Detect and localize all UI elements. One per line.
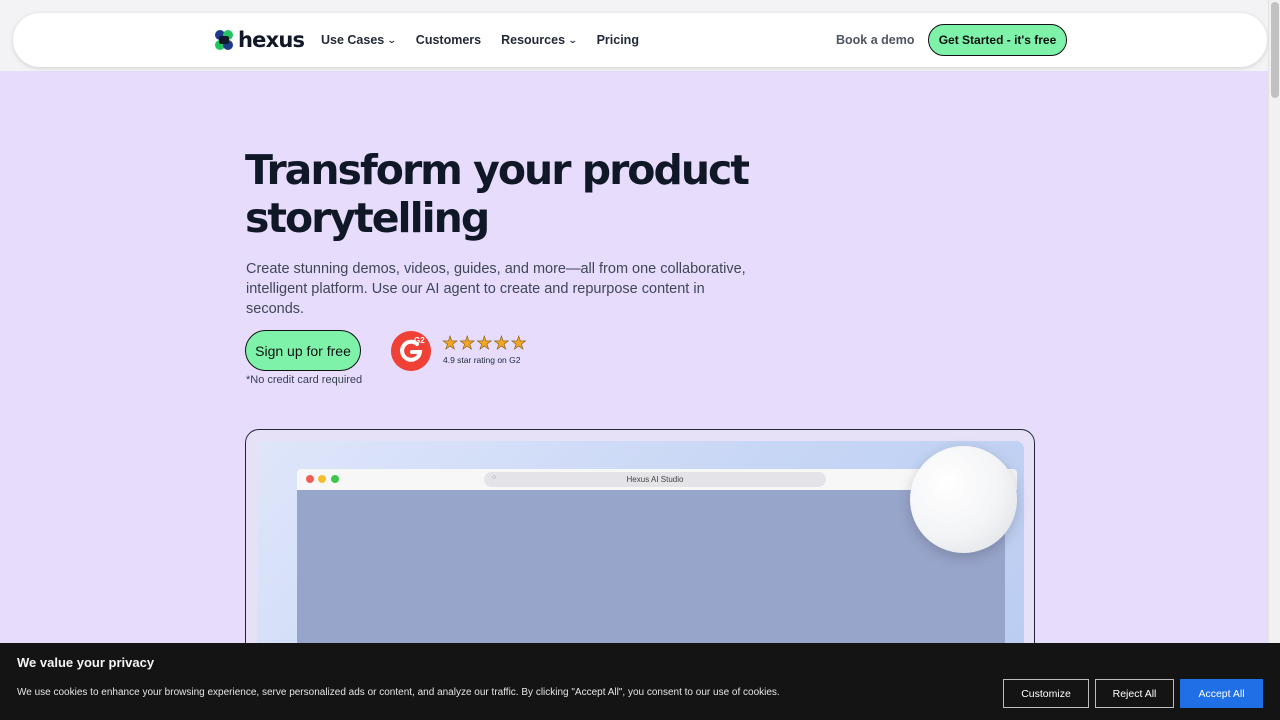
browser-url-bar: ○ Hexus AI Studio bbox=[484, 472, 826, 487]
signup-button[interactable]: Sign up for free bbox=[245, 330, 361, 371]
star-icon: ★ bbox=[493, 333, 510, 354]
hero-subtitle-line-2: intelligent platform. Use our AI agent t… bbox=[246, 281, 705, 317]
nav-link-resources[interactable]: Resources ⌄ bbox=[501, 33, 578, 47]
scrollbar-thumb[interactable] bbox=[1271, 2, 1279, 98]
hero-title: Transform your product storytelling bbox=[245, 146, 805, 242]
nav-link-label: Use Cases bbox=[321, 33, 385, 47]
browser-url-text: Hexus AI Studio bbox=[626, 475, 684, 484]
g2-badge-text: G2 bbox=[414, 336, 425, 345]
nav-link-label: Customers bbox=[415, 33, 482, 47]
star-icon: ★ bbox=[459, 333, 476, 354]
hexus-logo[interactable]: hexus bbox=[213, 27, 305, 53]
nav-link-use-cases[interactable]: Use Cases ⌄ bbox=[321, 33, 397, 47]
nav-link-label: Pricing bbox=[596, 33, 639, 47]
cookie-banner: We value your privacy We use cookies to … bbox=[0, 643, 1280, 720]
cookie-banner-title: We value your privacy bbox=[17, 655, 155, 670]
browser-toolbar: ○ Hexus AI Studio bbox=[297, 469, 1017, 490]
nav-link-label: Resources bbox=[501, 33, 566, 47]
lock-icon: ○ bbox=[492, 474, 497, 481]
cookie-banner-text: We use cookies to enhance your browsing … bbox=[17, 687, 780, 698]
no-credit-card-note: *No credit card required bbox=[246, 374, 363, 386]
chevron-down-icon: ⌄ bbox=[387, 34, 397, 45]
star-icon: ★ bbox=[476, 333, 493, 354]
hero-title-line-1: Transform your product bbox=[245, 146, 750, 194]
hexus-logo-icon bbox=[215, 30, 233, 50]
maximize-dot-icon bbox=[331, 475, 339, 483]
star-icon: ★ bbox=[510, 333, 527, 354]
reject-all-button[interactable]: Reject All bbox=[1095, 679, 1174, 708]
hero-subtitle: Create stunning demos, videos, guides, a… bbox=[246, 259, 766, 319]
close-dot-icon bbox=[306, 475, 314, 483]
rating-stars: ★ ★ ★ ★ ★ bbox=[442, 333, 527, 354]
logo-text: hexus bbox=[238, 28, 305, 52]
page-scrollbar[interactable] bbox=[1268, 0, 1280, 720]
top-navigation: hexus Use Cases ⌄ Customers Resources ⌄ … bbox=[13, 13, 1267, 67]
accept-all-button[interactable]: Accept All bbox=[1180, 679, 1263, 708]
get-started-button[interactable]: Get Started - it's free bbox=[928, 24, 1067, 56]
chevron-down-icon: ⌄ bbox=[567, 34, 578, 45]
hero-subtitle-line-1: Create stunning demos, videos, guides, a… bbox=[246, 261, 746, 277]
minimize-dot-icon bbox=[318, 475, 326, 483]
star-icon: ★ bbox=[442, 333, 459, 354]
hero-title-line-2: storytelling bbox=[245, 194, 490, 242]
g2-logo-icon[interactable]: G2 bbox=[391, 331, 431, 371]
nav-link-customers[interactable]: Customers bbox=[416, 33, 481, 47]
rating-text: 4.9 star rating on G2 bbox=[443, 355, 521, 365]
nav-link-pricing[interactable]: Pricing bbox=[597, 33, 639, 47]
customize-button[interactable]: Customize bbox=[1003, 679, 1089, 708]
book-demo-link[interactable]: Book a demo bbox=[836, 33, 915, 47]
video-bubble[interactable] bbox=[910, 446, 1017, 553]
nav-links: Use Cases ⌄ Customers Resources ⌄ Pricin… bbox=[321, 13, 659, 67]
